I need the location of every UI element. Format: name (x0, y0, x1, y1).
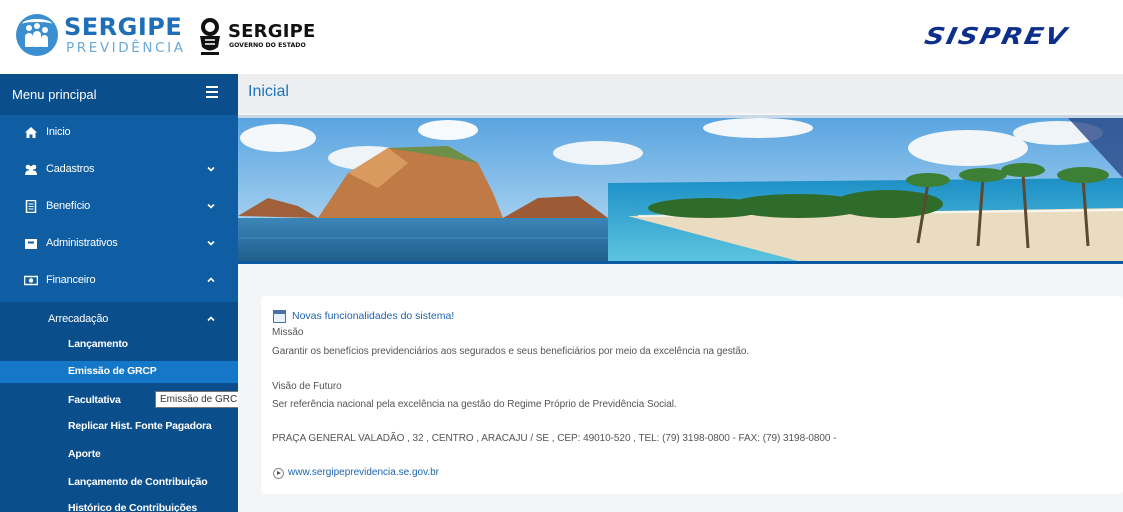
governo-sergipe-logo[interactable]: SERGIPE GOVERNO DO ESTADO (196, 14, 316, 60)
logo-title: SERGIPE (64, 13, 183, 41)
submenu-item-label: Facultativa (68, 394, 121, 406)
news-link-label: Novas funcionalidades do sistema! (292, 310, 455, 322)
sisprev-logo[interactable]: SISPREV (922, 23, 1071, 50)
chevron-down-icon (207, 166, 215, 172)
submenu-label: Arrecadação (48, 313, 109, 325)
sidebar: Menu principal Inicio Cadastros Benefíci… (0, 74, 238, 512)
logo-title: SERGIPE (228, 21, 316, 42)
submenu-item-label: Emissão de GRCP (68, 365, 157, 377)
sidebar-item-administrativos[interactable]: Administrativos (0, 226, 238, 263)
document-icon (25, 200, 37, 213)
family-emblem-icon (16, 14, 58, 56)
money-icon (24, 275, 38, 286)
chevron-down-icon (207, 240, 215, 246)
users-icon (25, 164, 37, 175)
news-window-icon (273, 310, 286, 323)
chevron-down-icon (207, 203, 215, 209)
sidebar-header: Menu principal (0, 74, 238, 115)
hamburger-menu-icon[interactable] (206, 86, 218, 100)
sidebar-title: Menu principal (12, 87, 97, 102)
sidebar-item-inicio[interactable]: Inicio (0, 115, 238, 152)
sergipe-previdencia-logo[interactable]: SERGIPE PREVIDÊNCIA (14, 12, 184, 60)
logo-subtitle: GOVERNO DO ESTADO (229, 42, 306, 49)
submenu-item-label: Lançamento de Contribuição (68, 476, 208, 488)
sidebar-item-beneficio[interactable]: Benefício (0, 189, 238, 226)
submenu-item-lancamento[interactable]: Lançamento (0, 334, 238, 356)
submenu-item-label: Aporte (68, 448, 101, 460)
chevron-up-icon (207, 316, 215, 322)
home-icon (25, 127, 37, 138)
submenu-item-arrecadacao[interactable]: Arrecadação (0, 302, 238, 337)
submenu-item-label: Replicar Hist. Fonte Pagadora (68, 420, 212, 432)
banner-divider (238, 261, 1123, 264)
page-title: Inicial (248, 83, 289, 100)
submenu-item-emissao-grcp[interactable]: Emissão de GRCP (0, 361, 238, 383)
submenu-item-historico-contribuicoes[interactable]: Histórico de Contribuições (0, 498, 238, 512)
address-text: PRAÇA GENERAL VALADÃO , 32 , CENTRO , AR… (272, 433, 837, 444)
website-link-label: www.sergipeprevidencia.se.gov.br (288, 467, 440, 478)
state-seal-icon (200, 18, 220, 55)
submenu-item-lancamento-contribuicao[interactable]: Lançamento de Contribuição (0, 472, 238, 494)
submenu-item-replicar-hist[interactable]: Replicar Hist. Fonte Pagadora (0, 416, 238, 438)
main-content: Inicial Novas funcionalidades do sistema… (238, 74, 1123, 512)
sidebar-item-label: Financeiro (46, 274, 96, 286)
submenu-item-aporte[interactable]: Aporte (0, 444, 238, 466)
sidebar-item-label: Inicio (46, 126, 71, 138)
logo-subtitle: PREVIDÊNCIA (66, 40, 186, 56)
mission-title: Missão (272, 327, 304, 338)
sidebar-item-label: Cadastros (46, 163, 95, 175)
app-root: SERGIPE PREVIDÊNCIA SERGIPE GOVERNO DO E… (0, 0, 1123, 512)
sidebar-item-label: Administrativos (46, 237, 118, 249)
tooltip: Emissão de GRCP (155, 391, 249, 408)
submenu-item-label: Histórico de Contribuições (68, 502, 197, 512)
mission-text: Garantir os benefícios previdenciários a… (272, 346, 750, 357)
sidebar-item-cadastros[interactable]: Cadastros (0, 152, 238, 189)
page-title-bar: Inicial (238, 74, 1123, 113)
folder-icon (25, 239, 37, 249)
play-circle-icon (273, 468, 284, 479)
header: SERGIPE PREVIDÊNCIA SERGIPE GOVERNO DO E… (0, 0, 1123, 74)
submenu-item-label: Lançamento (68, 338, 128, 350)
banner-image (238, 115, 1123, 261)
sidebar-item-financeiro[interactable]: Financeiro (0, 263, 238, 300)
info-card: Novas funcionalidades do sistema! Missão… (261, 296, 1123, 494)
vision-title: Visão de Futuro (272, 381, 342, 392)
chevron-up-icon (207, 277, 215, 283)
sidebar-item-label: Benefício (46, 200, 91, 212)
vision-text: Ser referência nacional pela excelência … (272, 399, 677, 410)
